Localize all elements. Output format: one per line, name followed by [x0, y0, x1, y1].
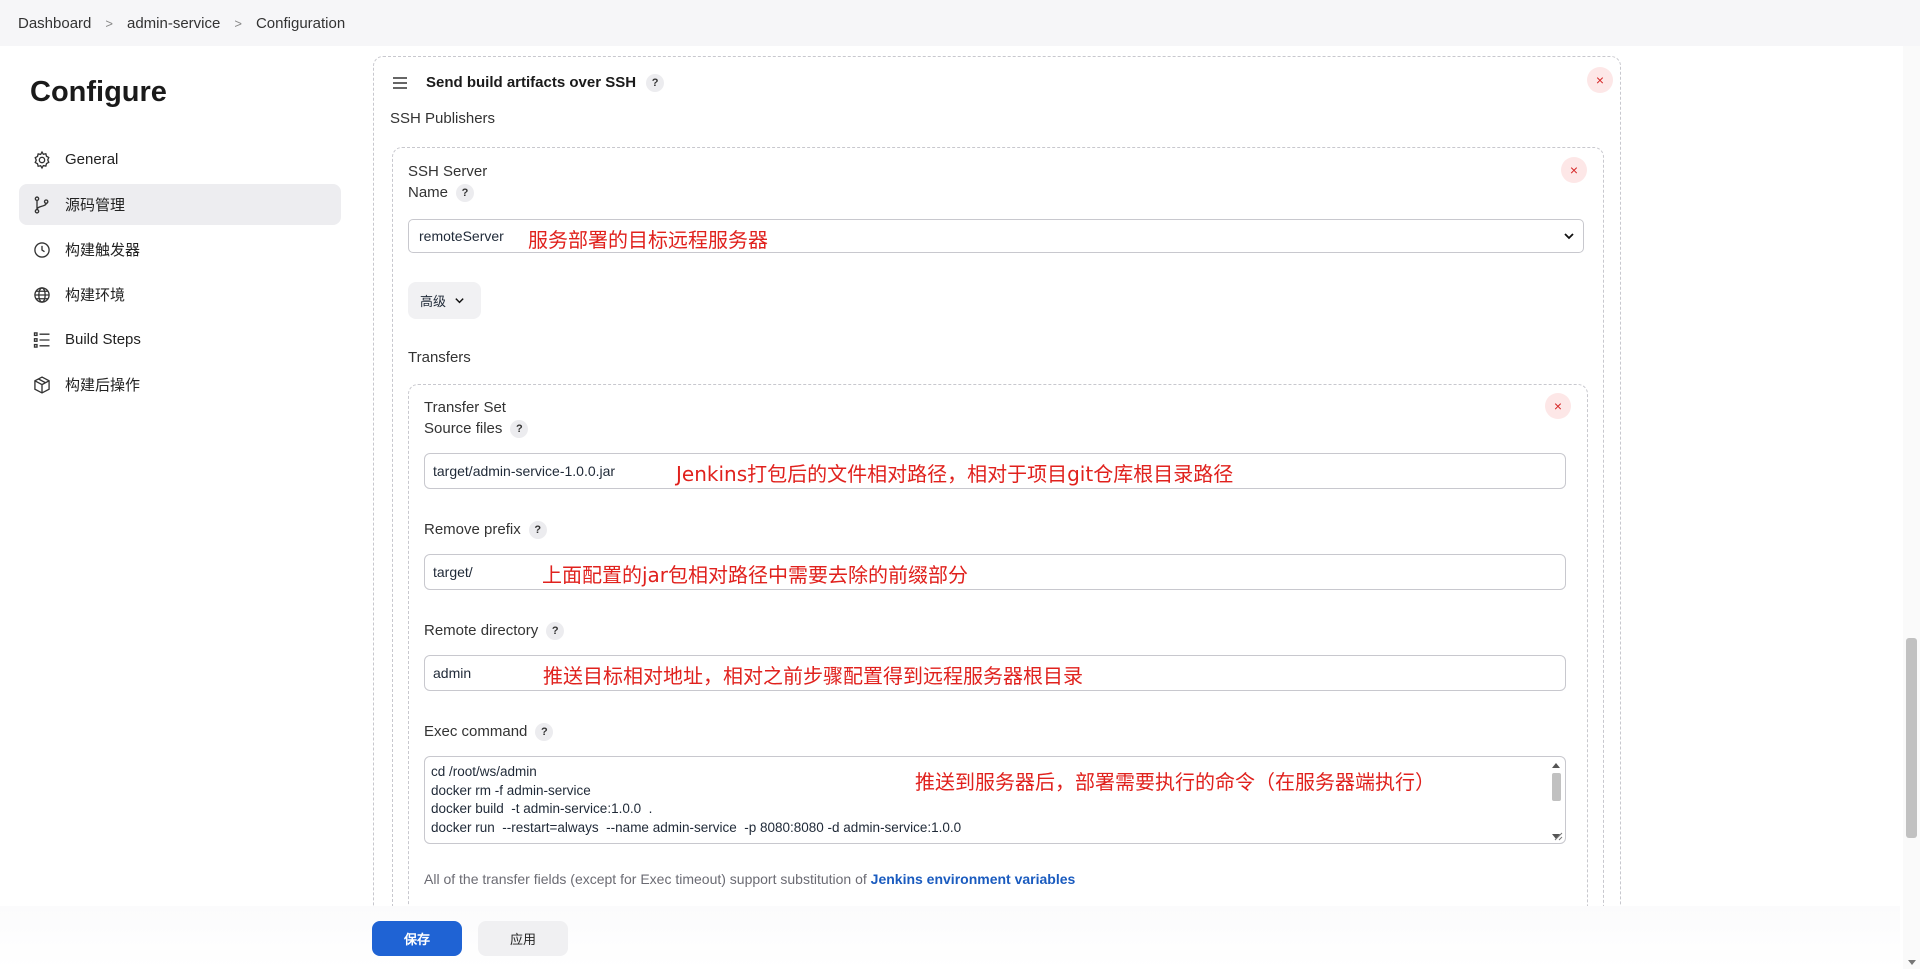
sidebar-item-build-environment[interactable]: 构建环境: [19, 274, 341, 315]
sidebar-item-label: 构建环境: [65, 287, 126, 304]
remove-publisher-button[interactable]: ×: [1587, 67, 1613, 93]
remove-server-button[interactable]: ×: [1561, 157, 1587, 183]
sidebar: Configure General 源码管理 构建触发器 构建环境 Build …: [0, 46, 360, 969]
sidebar-item-label: 构建触发器: [65, 242, 141, 259]
exec-command-line: docker run --restart=always --name admin…: [431, 819, 962, 835]
source-files-label-text: Source files: [424, 420, 503, 437]
textarea-scrollbar[interactable]: [1550, 759, 1563, 839]
breadcrumb-dashboard[interactable]: Dashboard: [18, 15, 91, 32]
section-title-text: Send build artifacts over SSH: [426, 74, 637, 91]
remove-prefix-label-text: Remove prefix: [424, 521, 521, 538]
transfer-set-label: Transfer Set: [424, 399, 506, 416]
help-icon[interactable]: ?: [546, 622, 565, 641]
breadcrumb-admin-service[interactable]: admin-service: [127, 15, 220, 32]
remove-prefix-label: Remove prefix?: [424, 519, 547, 540]
package-icon: [31, 374, 53, 396]
globe-icon: [31, 284, 53, 306]
sidebar-item-build-steps[interactable]: Build Steps: [19, 319, 341, 360]
sidebar-item-label: Build Steps: [65, 331, 141, 348]
help-icon[interactable]: ?: [535, 723, 554, 742]
gear-icon: [31, 149, 53, 171]
chevron-right-icon: >: [105, 15, 113, 31]
help-icon[interactable]: ?: [646, 74, 665, 93]
drag-handle-icon[interactable]: [392, 77, 408, 89]
breadcrumb-configuration[interactable]: Configuration: [256, 15, 345, 32]
breadcrumb: Dashboard > admin-service > Configuratio…: [0, 0, 1920, 46]
remove-prefix-value: target/: [433, 564, 473, 580]
name-label-text: Name: [408, 184, 449, 201]
annotation-source-files: Jenkins打包后的文件相对路径，相对于项目git仓库根目录路径: [676, 462, 1234, 486]
exec-command-label-text: Exec command: [424, 723, 528, 740]
annotation-server-name: 服务部署的目标远程服务器: [528, 228, 768, 252]
remote-directory-value: admin: [433, 665, 472, 681]
save-button[interactable]: 保存: [372, 921, 462, 956]
transfers-label: Transfers: [408, 349, 471, 366]
chevron-right-icon: >: [234, 15, 242, 31]
remote-directory-label: Remote directory?: [424, 620, 565, 641]
list-icon: [31, 329, 53, 351]
sidebar-item-label: 源码管理: [65, 197, 126, 214]
apply-button[interactable]: 应用: [478, 921, 568, 956]
source-files-value: target/admin-service-1.0.0.jar: [433, 463, 616, 479]
scroll-down-icon[interactable]: [1908, 960, 1916, 965]
ssh-publishers-label: SSH Publishers: [390, 110, 496, 127]
server-name-value: remoteServer: [419, 228, 504, 244]
timer-icon: [31, 239, 53, 261]
advanced-button[interactable]: 高级: [408, 282, 481, 319]
advanced-label: 高级: [420, 294, 447, 309]
annotation-remote-directory: 推送目标相对地址，相对之前步骤配置得到远程服务器根目录: [543, 664, 1083, 688]
ssh-server-label: SSH Server: [408, 163, 488, 180]
exec-command-label: Exec command?: [424, 721, 554, 742]
remove-transfer-button[interactable]: ×: [1545, 393, 1571, 419]
page-scrollbar[interactable]: [1903, 46, 1920, 969]
exec-command-line: docker build -t admin-service:1.0.0 .: [431, 801, 653, 816]
ssh-server-section: × SSH Server Name? remoteServer 服务部署的目标远…: [392, 147, 1604, 944]
remote-directory-label-text: Remote directory: [424, 622, 539, 639]
sidebar-item-label: 构建后操作: [65, 377, 141, 394]
help-icon[interactable]: ?: [528, 521, 547, 540]
page-title: Configure: [30, 76, 167, 108]
bottom-action-bar: [0, 906, 1900, 969]
hint-text: All of the transfer fields (except for E…: [424, 871, 871, 887]
section-title: Send build artifacts over SSH?: [426, 74, 665, 93]
env-vars-hint: All of the transfer fields (except for E…: [424, 871, 1075, 887]
sidebar-item-build-triggers[interactable]: 构建触发器: [19, 229, 341, 270]
env-vars-link[interactable]: Jenkins environment variables: [871, 871, 1076, 887]
annotation-remove-prefix: 上面配置的jar包相对路径中需要去除的前缀部分: [542, 563, 969, 587]
source-files-label: Source files?: [424, 418, 529, 439]
resize-handle-icon[interactable]: [1554, 832, 1563, 841]
name-label: Name?: [408, 182, 475, 203]
sidebar-item-general[interactable]: General: [19, 139, 341, 180]
scroll-thumb[interactable]: [1552, 773, 1561, 801]
page-scroll-thumb[interactable]: [1906, 638, 1917, 838]
chevron-down-icon: [455, 298, 464, 304]
sidebar-nav: General 源码管理 构建触发器 构建环境 Build Steps 构建后操…: [19, 139, 341, 409]
transfer-set-section: × Transfer Set Source files? target/admi…: [408, 384, 1588, 944]
branch-icon: [31, 194, 53, 216]
main-content: Send build artifacts over SSH? × SSH Pub…: [360, 46, 1890, 944]
help-icon[interactable]: ?: [510, 420, 529, 439]
sidebar-item-label: General: [65, 151, 119, 168]
help-icon[interactable]: ?: [456, 184, 475, 203]
chevron-down-icon: [1564, 233, 1574, 240]
sidebar-item-post-build[interactable]: 构建后操作: [19, 364, 341, 405]
ssh-publisher-section: Send build artifacts over SSH? × SSH Pub…: [373, 56, 1621, 944]
sidebar-item-source-control[interactable]: 源码管理: [19, 184, 341, 225]
scroll-up-icon[interactable]: [1552, 763, 1560, 768]
annotation-exec-command: 推送到服务器后，部署需要执行的命令（在服务器端执行）: [915, 770, 1435, 794]
